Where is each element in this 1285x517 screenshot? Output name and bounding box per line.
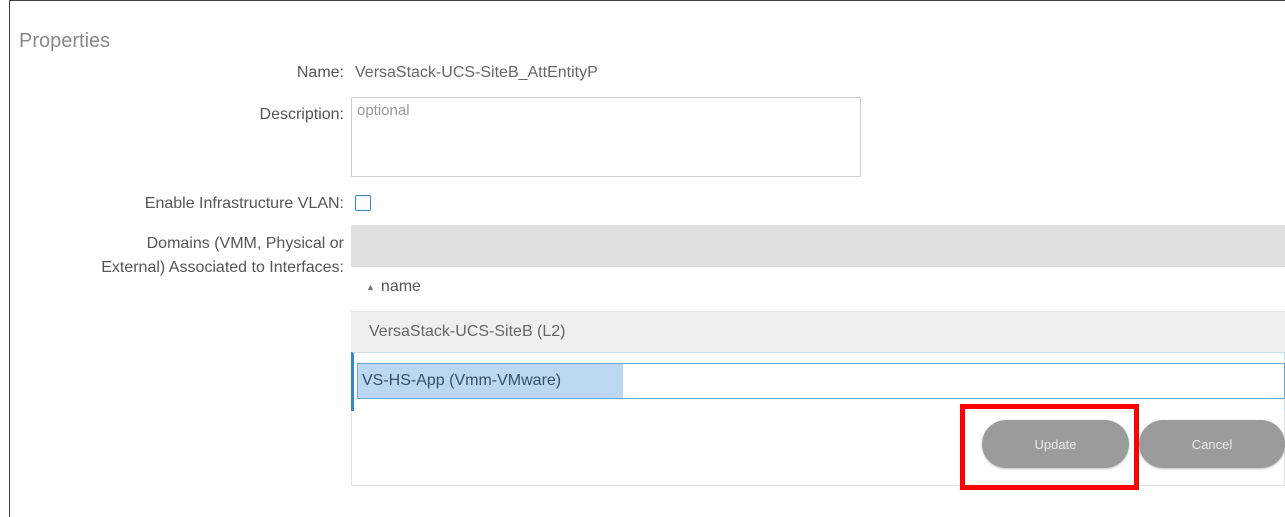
description-field[interactable] (351, 97, 861, 177)
name-label: Name: (296, 64, 344, 81)
panel-title: Properties (19, 30, 111, 52)
domains-label-line2: External) Associated to Interfaces: (101, 259, 344, 276)
cancel-button[interactable]: Cancel (1139, 420, 1285, 468)
domains-label-line1: Domains (VMM, Physical or (146, 235, 344, 252)
column-header-label: name (380, 278, 421, 295)
description-label: Description: (259, 106, 344, 123)
infra-vlan-checkbox[interactable] (355, 195, 371, 211)
table-cell-name: VersaStack-UCS-SiteB (L2) (369, 323, 566, 340)
domains-table-toolbar (351, 225, 1285, 267)
domain-select-input[interactable] (357, 363, 1285, 399)
infra-vlan-label: Enable Infrastructure VLAN: (144, 195, 344, 212)
name-value: VersaStack-UCS-SiteB_AttEntityP (355, 64, 598, 81)
domains-label: Domains (VMM, Physical or External) Asso… (101, 232, 344, 280)
sort-ascending-icon: ▲ (366, 282, 375, 292)
column-header-name[interactable]: ▲ name (366, 278, 421, 296)
table-row[interactable]: VersaStack-UCS-SiteB (L2) (351, 311, 1285, 353)
update-button[interactable]: Update (982, 420, 1129, 468)
